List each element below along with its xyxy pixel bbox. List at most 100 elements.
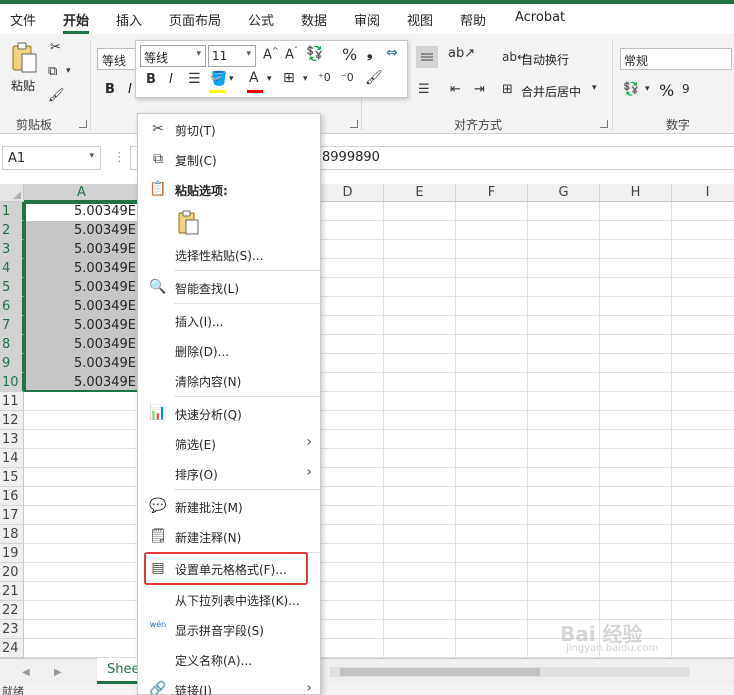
grid-cell[interactable] — [384, 601, 456, 620]
row-header[interactable]: 18 — [0, 525, 24, 544]
grid-cell[interactable] — [528, 354, 600, 373]
grid-cell[interactable] — [384, 506, 456, 525]
row-header[interactable]: 7 — [0, 316, 24, 335]
menu-item-quick-analysis[interactable]: 📊 快速分析(Q) — [138, 400, 320, 426]
grid-cell[interactable] — [600, 202, 672, 221]
grid-cell[interactable] — [24, 392, 140, 411]
increase-font-size-icon[interactable]: A^ — [263, 46, 279, 62]
grid-cell[interactable] — [456, 221, 528, 240]
grid-cell[interactable] — [384, 278, 456, 297]
grid-cell[interactable] — [312, 316, 384, 335]
grid-cell[interactable] — [528, 202, 600, 221]
row-header[interactable]: 24 — [0, 639, 24, 658]
grid-cell[interactable] — [600, 373, 672, 392]
grid-cell[interactable] — [456, 354, 528, 373]
copy-icon[interactable]: ⧉ — [48, 64, 57, 79]
grid-cell[interactable] — [384, 544, 456, 563]
grid-cell[interactable] — [672, 297, 734, 316]
row-header[interactable]: 1 — [0, 202, 24, 221]
grid-cell[interactable] — [24, 525, 140, 544]
grid-cell[interactable] — [528, 449, 600, 468]
grid-cell[interactable] — [312, 240, 384, 259]
grid-cell[interactable] — [384, 449, 456, 468]
row-header[interactable]: 8 — [0, 335, 24, 354]
grid-cell[interactable] — [456, 240, 528, 259]
cut-icon[interactable]: ✂ — [50, 40, 61, 55]
grid-cell[interactable] — [528, 278, 600, 297]
grid-cell[interactable] — [456, 468, 528, 487]
grid-cell[interactable] — [24, 620, 140, 639]
grid-cell[interactable] — [456, 297, 528, 316]
number-format-select[interactable]: 常规 — [620, 48, 732, 70]
grid-cell[interactable] — [672, 449, 734, 468]
grid-cell[interactable] — [600, 430, 672, 449]
grid-cell[interactable] — [672, 259, 734, 278]
row-header[interactable]: 6 — [0, 297, 24, 316]
grid-cell[interactable] — [600, 525, 672, 544]
grid-cell[interactable] — [528, 563, 600, 582]
comma-icon[interactable]: ❟ — [367, 45, 373, 61]
grid-cell[interactable] — [312, 354, 384, 373]
sheet-next-icon[interactable]: ▶ — [54, 667, 62, 678]
grid-cell[interactable] — [600, 487, 672, 506]
grid-cell[interactable] — [672, 601, 734, 620]
grid-cell[interactable] — [312, 335, 384, 354]
grid-cell[interactable] — [312, 487, 384, 506]
grid-cell[interactable] — [456, 259, 528, 278]
grid-cell[interactable] — [456, 620, 528, 639]
grid-cell[interactable] — [600, 221, 672, 240]
grid-cell[interactable] — [600, 411, 672, 430]
grid-cell[interactable] — [456, 582, 528, 601]
grid-cell[interactable] — [528, 221, 600, 240]
grid-cell[interactable] — [384, 430, 456, 449]
font-launcher-icon[interactable] — [350, 120, 358, 128]
grid-cell[interactable] — [528, 373, 600, 392]
menu-item-sort[interactable]: 排序(O) › — [138, 460, 320, 486]
grid-cell[interactable] — [456, 373, 528, 392]
grid-cell[interactable] — [312, 373, 384, 392]
tab-formulas[interactable]: 公式 — [248, 10, 274, 29]
grid-cell[interactable] — [312, 620, 384, 639]
grid-cell[interactable] — [24, 544, 140, 563]
scrollbar-thumb[interactable] — [340, 668, 540, 676]
decrease-font-size-icon[interactable]: Aˇ — [285, 46, 298, 62]
grid-cell[interactable] — [528, 240, 600, 259]
increase-decimal-icon[interactable]: ⁺0 — [318, 71, 331, 84]
decrease-decimal-icon[interactable]: ⁻0 — [341, 71, 354, 84]
tab-insert[interactable]: 插入 — [116, 10, 142, 29]
row-header[interactable]: 13 — [0, 430, 24, 449]
ribbon-bold-button[interactable]: B — [105, 82, 115, 97]
row-header[interactable]: 4 — [0, 259, 24, 278]
grid-cell[interactable] — [456, 278, 528, 297]
alignment-launcher-icon[interactable] — [600, 120, 608, 128]
grid-cell[interactable] — [24, 468, 140, 487]
grid-cell[interactable] — [384, 525, 456, 544]
grid-cell[interactable] — [672, 582, 734, 601]
grid-cell[interactable] — [528, 582, 600, 601]
grid-cell[interactable] — [312, 278, 384, 297]
tab-view[interactable]: 视图 — [407, 10, 433, 29]
grid-cell[interactable] — [528, 468, 600, 487]
grid-cell[interactable] — [24, 563, 140, 582]
grid-cell[interactable] — [528, 525, 600, 544]
menu-item-filter[interactable]: 筛选(E) › — [138, 430, 320, 456]
grid-cell[interactable] — [528, 335, 600, 354]
grid-cell[interactable] — [600, 278, 672, 297]
grid-cell[interactable] — [24, 449, 140, 468]
grid-cell[interactable] — [312, 221, 384, 240]
menu-item-smart-lookup[interactable]: 🔍 智能查找(L) — [138, 274, 320, 300]
grid-cell[interactable] — [384, 487, 456, 506]
decrease-indent-icon[interactable]: ⇤ — [450, 82, 461, 97]
grid-cell[interactable] — [312, 259, 384, 278]
grid-cell[interactable] — [672, 240, 734, 259]
column-header-h[interactable]: H — [600, 184, 672, 202]
grid-cell[interactable] — [456, 449, 528, 468]
ribbon-italic-button[interactable]: I — [128, 82, 132, 97]
grid-cell[interactable] — [600, 354, 672, 373]
grid-cell[interactable] — [312, 468, 384, 487]
grid-cell[interactable] — [528, 487, 600, 506]
menu-item-delete[interactable]: 删除(D)... — [138, 337, 320, 363]
format-painter-icon[interactable]: 🖌 — [365, 70, 383, 86]
grid-cell[interactable] — [24, 430, 140, 449]
row-header[interactable]: 10 — [0, 373, 24, 392]
